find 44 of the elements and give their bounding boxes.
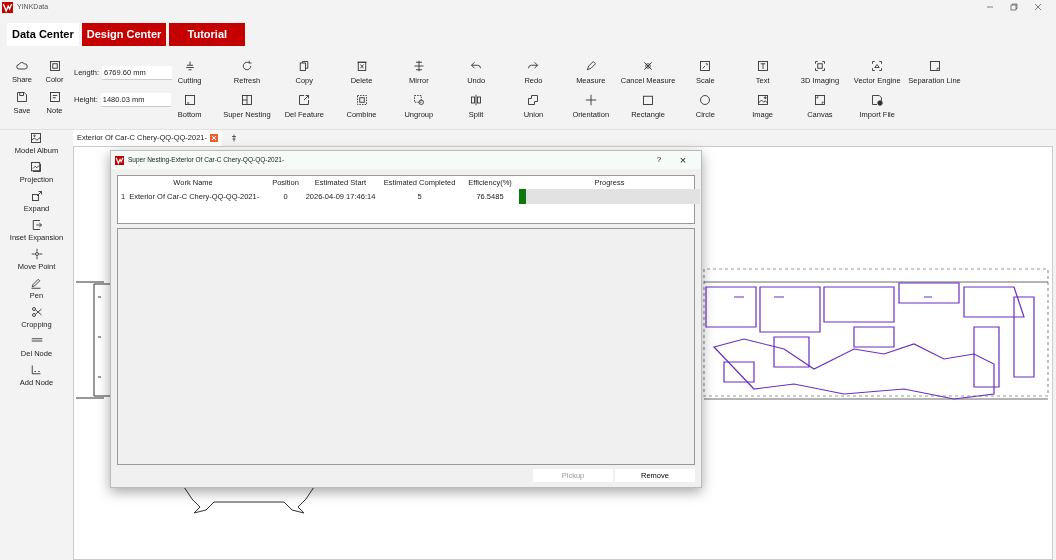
text-icon xyxy=(756,60,769,72)
rectangle-icon xyxy=(642,94,654,107)
expand-icon xyxy=(30,190,43,202)
vector-scan-icon xyxy=(871,60,884,72)
nav-tab[interactable]: Design Center xyxy=(81,23,167,46)
pen-icon xyxy=(30,277,43,289)
scissors-icon xyxy=(30,306,43,318)
album-icon xyxy=(30,132,43,144)
app-logo-icon xyxy=(2,1,13,13)
restore-icon xyxy=(1010,3,1018,11)
add-node-icon xyxy=(30,364,43,376)
canvas-icon xyxy=(813,94,826,107)
ungroup-icon xyxy=(412,94,425,107)
scale-icon xyxy=(699,60,712,72)
cutting-icon xyxy=(183,60,196,72)
copy-icon xyxy=(298,60,311,72)
nav-tab[interactable]: Data Center xyxy=(7,23,79,46)
delete-icon xyxy=(355,60,368,72)
close-icon xyxy=(210,134,219,142)
export-icon xyxy=(298,94,311,107)
app-logo-icon xyxy=(115,155,124,165)
note-icon xyxy=(48,91,61,104)
import-file-icon xyxy=(871,94,884,107)
pencil-icon xyxy=(584,60,597,72)
cloud-icon xyxy=(16,60,28,72)
pin-icon xyxy=(230,133,239,143)
image-icon xyxy=(756,94,769,107)
move-point-icon xyxy=(30,248,43,260)
refresh-icon xyxy=(240,60,253,72)
close-icon xyxy=(1034,3,1042,11)
projection-icon xyxy=(30,161,43,173)
split-icon xyxy=(470,94,483,107)
layout-icon xyxy=(240,94,253,107)
save-icon xyxy=(16,91,28,104)
help-button[interactable]: ? xyxy=(649,154,669,166)
nav-tab[interactable]: Tutorial xyxy=(169,23,246,46)
combine-icon xyxy=(355,94,368,107)
mirror-icon xyxy=(412,60,425,72)
union-icon xyxy=(527,94,540,107)
circle-icon xyxy=(699,94,712,107)
inset-icon xyxy=(30,219,43,231)
close-button[interactable]: × xyxy=(673,151,693,169)
plus-icon xyxy=(584,94,597,107)
minimize-icon xyxy=(986,3,994,11)
